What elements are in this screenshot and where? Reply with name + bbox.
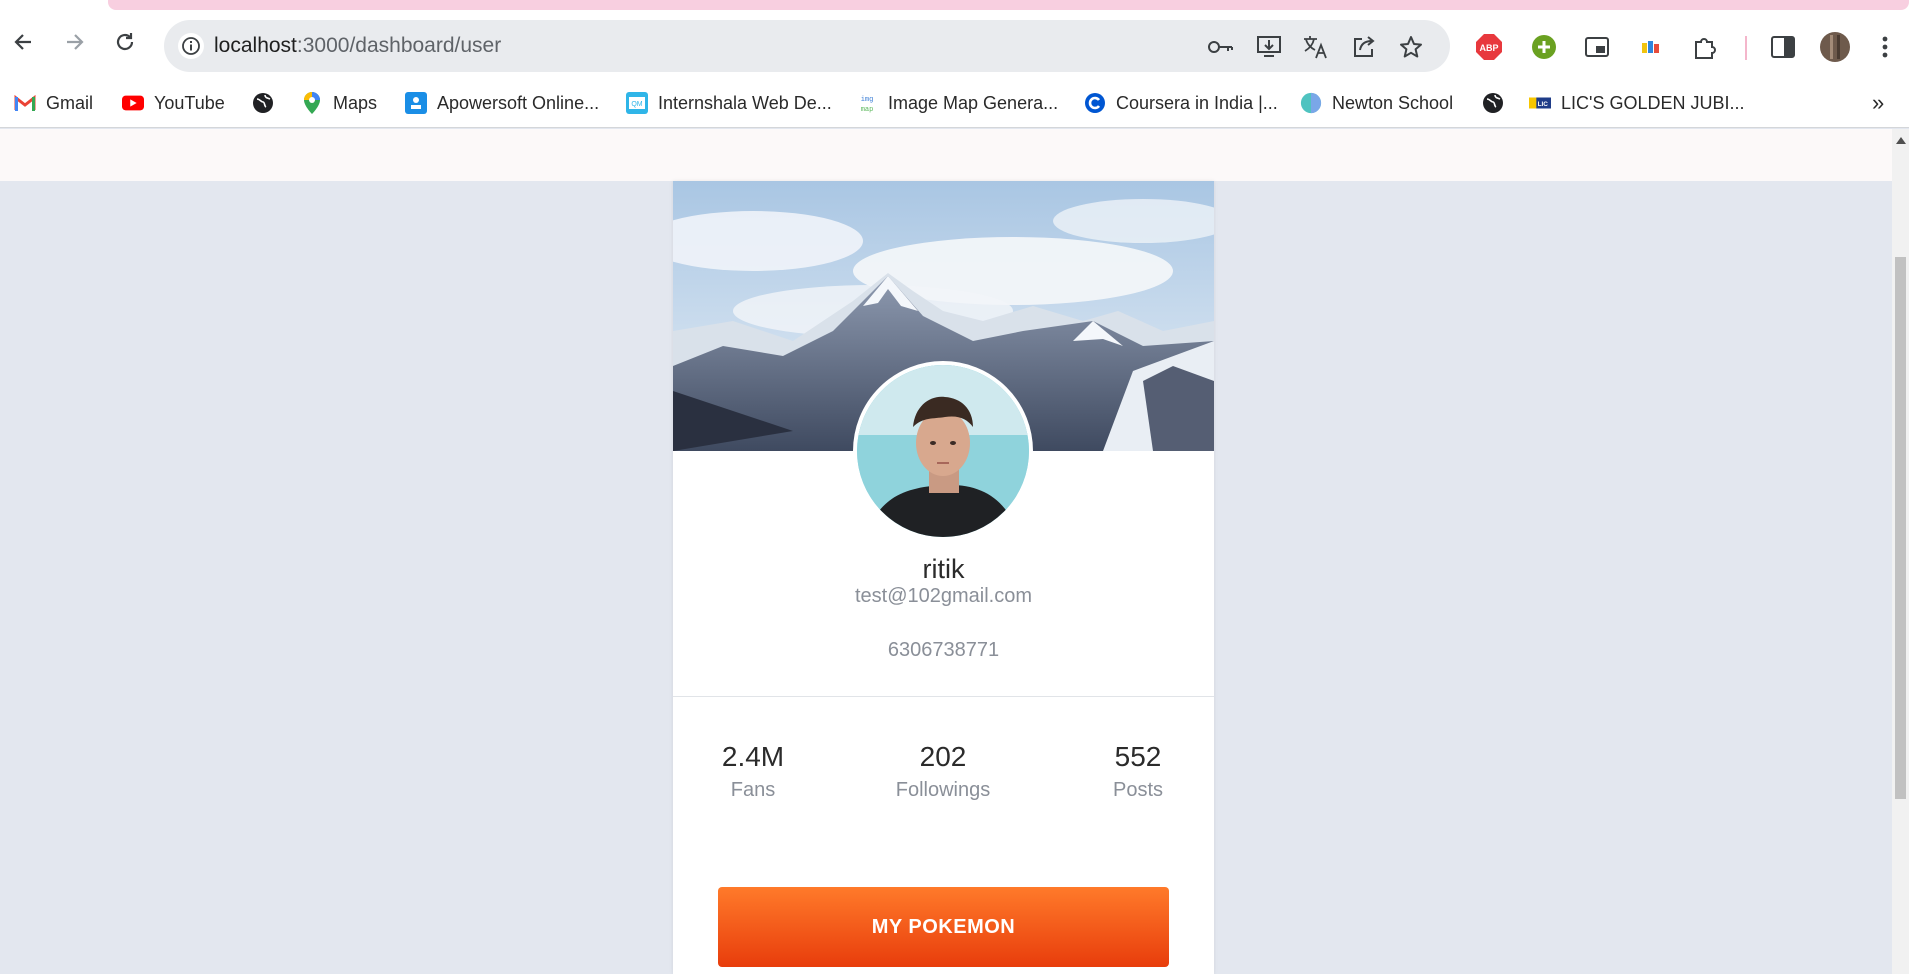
gmail-icon bbox=[14, 92, 36, 114]
forward-arrow-icon bbox=[67, 34, 84, 50]
app-header bbox=[0, 129, 1892, 181]
avatar bbox=[853, 361, 1033, 541]
profile-avatar-icon[interactable] bbox=[1818, 30, 1852, 64]
apowersoft-icon bbox=[405, 92, 427, 114]
lic-icon: LIC bbox=[1529, 92, 1551, 114]
globe-icon bbox=[252, 92, 274, 114]
url-path: :3000/dashboard/user bbox=[296, 34, 502, 57]
bookmark-label: YouTube bbox=[154, 92, 225, 113]
toolbar-separator bbox=[1745, 36, 1747, 60]
browser-toolbar: localhost:3000/dashboard/user ABP bbox=[0, 10, 1909, 78]
svg-text:img: img bbox=[861, 96, 874, 104]
page-scrollbar[interactable] bbox=[1892, 129, 1909, 974]
double-chevron-icon: » bbox=[1872, 90, 1885, 115]
password-key-icon[interactable] bbox=[1207, 33, 1235, 61]
stat-value: 552 bbox=[1114, 741, 1162, 772]
stat-value: 2.4M bbox=[721, 741, 785, 772]
stat-label: Followings bbox=[895, 779, 991, 801]
stat-posts: 552 Posts bbox=[1058, 741, 1218, 802]
newton-icon bbox=[1300, 92, 1322, 114]
bookmark-label: Gmail bbox=[46, 92, 94, 113]
reload-icon bbox=[116, 33, 134, 51]
profile-card: ritik test@102gmail.com 6306738771 2.4M … bbox=[673, 181, 1214, 974]
bookmark-label: Maps bbox=[333, 92, 378, 113]
forward-button[interactable] bbox=[52, 19, 98, 65]
back-button[interactable] bbox=[0, 19, 46, 65]
svg-text:LIC: LIC bbox=[1538, 101, 1549, 108]
stat-followings: 202 Followings bbox=[863, 741, 1023, 802]
reload-button[interactable] bbox=[102, 19, 148, 65]
active-tab-edge bbox=[108, 0, 1909, 10]
back-arrow-icon bbox=[14, 34, 31, 50]
bookmark-star-icon[interactable] bbox=[1397, 33, 1425, 61]
side-panel-icon[interactable] bbox=[1766, 30, 1800, 64]
url-text[interactable]: localhost:3000/dashboard/user bbox=[214, 34, 501, 58]
bookmark-gmail[interactable]: Gmail bbox=[14, 90, 93, 116]
stat-label: Posts bbox=[1112, 779, 1164, 801]
green-plus-extension-icon[interactable] bbox=[1527, 30, 1561, 64]
my-pokemon-button[interactable]: MY POKEMON bbox=[718, 887, 1169, 967]
globe-icon bbox=[1482, 92, 1504, 114]
svg-text:map: map bbox=[861, 106, 874, 114]
bookmark-label: Newton School bbox=[1332, 92, 1454, 113]
bookmarks-bar: Gmail YouTube Maps Apowersoft Online... … bbox=[0, 78, 1909, 128]
svg-text:ABP: ABP bbox=[1479, 43, 1498, 53]
more-bookmarks-button[interactable]: » bbox=[1872, 90, 1884, 116]
extensions-puzzle-icon[interactable] bbox=[1688, 30, 1722, 64]
profile-email: test@102gmail.com bbox=[854, 585, 1033, 607]
bookmark-label: Apowersoft Online... bbox=[437, 92, 600, 113]
bookmark-youtube[interactable]: YouTube bbox=[122, 90, 225, 116]
url-host: localhost bbox=[214, 34, 297, 57]
svg-text:QM: QM bbox=[631, 101, 642, 108]
bookmark-newton-school[interactable]: Newton School bbox=[1300, 90, 1453, 116]
card-divider bbox=[673, 696, 1214, 697]
profile-phone: 6306738771 bbox=[887, 639, 1000, 661]
translate-icon[interactable] bbox=[1302, 33, 1330, 61]
picture-in-picture-icon[interactable] bbox=[1580, 30, 1614, 64]
bookmark-globe-1[interactable] bbox=[252, 90, 284, 116]
bookmark-label: Coursera in India |... bbox=[1116, 92, 1278, 113]
scroll-up-arrow-icon[interactable] bbox=[1896, 137, 1906, 144]
stat-fans: 2.4M Fans bbox=[673, 741, 833, 802]
bookmark-lic[interactable]: LIC LIC'S GOLDEN JUBI... bbox=[1529, 90, 1744, 116]
bookmark-apowersoft[interactable]: Apowersoft Online... bbox=[405, 90, 599, 116]
youtube-icon bbox=[122, 92, 144, 114]
scrollbar-thumb[interactable] bbox=[1895, 257, 1906, 799]
chrome-menu-icon[interactable] bbox=[1868, 30, 1902, 64]
stat-label: Fans bbox=[730, 779, 776, 801]
imgmap-icon: img map bbox=[856, 92, 878, 114]
adblock-plus-icon[interactable]: ABP bbox=[1472, 30, 1506, 64]
coursera-icon bbox=[1084, 92, 1106, 114]
bookmark-internshala[interactable]: QM Internshala Web De... bbox=[626, 90, 832, 116]
share-icon[interactable] bbox=[1350, 33, 1378, 61]
internshala-icon: QM bbox=[626, 92, 648, 114]
stat-value: 202 bbox=[919, 741, 967, 772]
bookmark-coursera[interactable]: Coursera in India |... bbox=[1084, 90, 1278, 116]
bookmark-label: LIC'S GOLDEN JUBI... bbox=[1561, 92, 1745, 113]
profile-name: ritik bbox=[922, 554, 965, 584]
site-info-icon[interactable] bbox=[178, 33, 204, 59]
bookmark-label: Internshala Web De... bbox=[658, 92, 832, 113]
address-bar[interactable]: localhost:3000/dashboard/user bbox=[164, 20, 1450, 72]
bookmark-image-map[interactable]: img map Image Map Genera... bbox=[856, 90, 1058, 116]
color-bars-extension-icon[interactable] bbox=[1634, 30, 1668, 64]
bookmark-label: Image Map Genera... bbox=[888, 92, 1059, 113]
install-app-icon[interactable] bbox=[1255, 33, 1283, 61]
maps-icon bbox=[301, 92, 323, 114]
bookmark-globe-2[interactable] bbox=[1482, 90, 1514, 116]
bookmark-maps[interactable]: Maps bbox=[301, 90, 377, 116]
tab-strip bbox=[0, 0, 1909, 10]
